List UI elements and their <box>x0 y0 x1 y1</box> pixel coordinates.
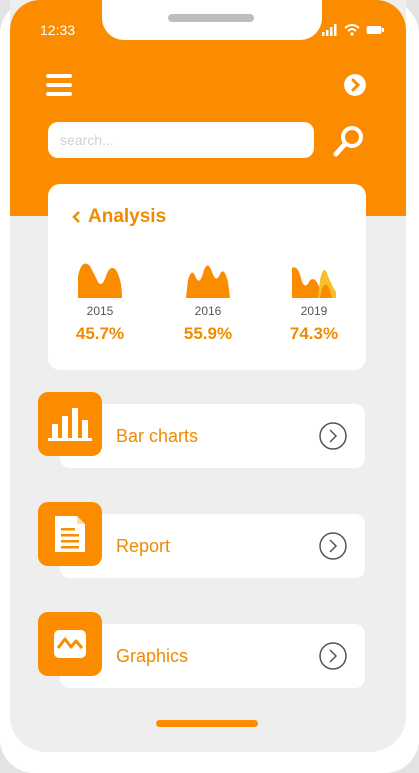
area-chart-icon <box>186 265 230 298</box>
forward-circle-icon[interactable] <box>344 74 366 96</box>
signal-icon <box>322 24 337 36</box>
chevron-right-circle-icon[interactable] <box>319 532 347 560</box>
stat-year: 2019 <box>300 304 328 318</box>
phone-frame: 12:33 search... Analysis 2015 45.7% 2016… <box>0 0 419 773</box>
menu-item-label: Graphics <box>116 646 189 666</box>
area-chart-icon <box>78 263 122 298</box>
status-icons <box>322 24 384 36</box>
stat-2016: 2016 55.9% <box>168 260 248 344</box>
bar-chart-icon <box>38 392 102 456</box>
speaker-grille <box>168 14 254 22</box>
chevron-right-circle-icon[interactable] <box>319 422 347 450</box>
stat-2015: 2015 45.7% <box>60 260 140 344</box>
document-icon <box>38 502 102 566</box>
wifi-icon <box>344 24 360 36</box>
status-time: 12:33 <box>40 22 76 38</box>
stat-percent: 55.9% <box>183 324 233 343</box>
chevron-right-circle-icon[interactable] <box>319 642 347 670</box>
menu-item-report[interactable]: Report <box>60 514 365 578</box>
search-input[interactable] <box>48 122 314 158</box>
menu-item-label: Bar charts <box>116 426 199 446</box>
phone-notch <box>102 0 322 40</box>
app-screen: 12:33 search... Analysis 2015 45.7% 2016… <box>10 0 406 752</box>
chevron-left-icon <box>72 211 80 223</box>
battery-icon <box>366 26 384 34</box>
stat-year: 2015 <box>86 304 114 318</box>
area-chart-icon <box>292 267 336 298</box>
stat-2019: 2019 74.3% <box>274 260 354 344</box>
analysis-title: Analysis <box>88 206 167 227</box>
stat-percent: 45.7% <box>75 324 125 343</box>
graphic-icon <box>38 612 102 676</box>
menu-item-label: Report <box>116 536 171 556</box>
analysis-card: Analysis 2015 45.7% 2016 55.9% 2019 74.3… <box>48 184 366 370</box>
menu-item-graphics[interactable]: Graphics <box>60 624 365 688</box>
stat-year: 2016 <box>194 304 222 318</box>
analysis-back-link[interactable]: Analysis <box>72 206 166 228</box>
menu-item-bar-charts[interactable]: Bar charts <box>60 404 365 468</box>
stat-percent: 74.3% <box>289 324 339 343</box>
search-icon[interactable] <box>332 124 366 158</box>
home-indicator[interactable] <box>156 720 258 727</box>
hamburger-menu-icon[interactable] <box>46 74 72 98</box>
